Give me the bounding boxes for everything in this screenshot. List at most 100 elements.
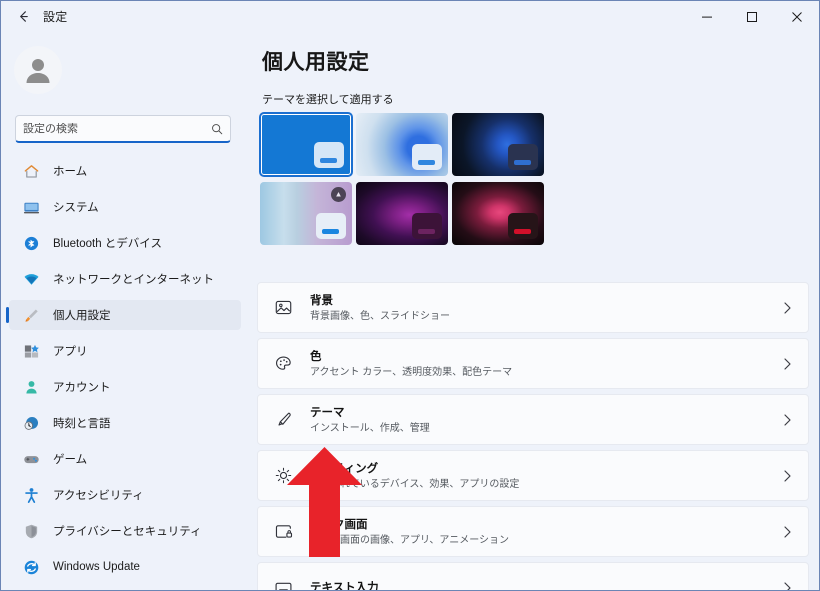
sidebar-item-system[interactable]: システム xyxy=(9,192,241,222)
minimize-button[interactable] xyxy=(684,1,729,32)
theme-preview-tile xyxy=(508,213,538,239)
lock-screen-icon xyxy=(270,519,296,545)
back-button[interactable] xyxy=(7,2,39,32)
settings-row-background[interactable]: 背景 背景画像、色、スライドショー xyxy=(257,282,809,333)
settings-row-title: ライティング xyxy=(310,463,379,475)
settings-row-text: 色 アクセント カラー、透明度効果、配色テーマ xyxy=(310,347,780,380)
sidebar-item-label: ホーム xyxy=(53,166,88,178)
settings-row-lighting[interactable]: ライティング 接続されているデバイス、効果、アプリの設定 xyxy=(257,450,809,501)
sidebar-item-label: アクセシビリティ xyxy=(53,490,144,502)
theme-section-caption: テーマを選択して適用する xyxy=(262,94,394,106)
settings-row-subtitle: ロック画面の画像、アプリ、アニメーション xyxy=(310,535,509,546)
chevron-right-icon xyxy=(780,413,794,427)
settings-window: 設定 設定の検索 ホーム システム Bluetooth とデバイス ネットワーク… xyxy=(0,0,820,591)
sidebar-item-label: ゲーム xyxy=(53,454,88,466)
close-icon xyxy=(791,11,802,22)
brush-icon xyxy=(270,407,296,433)
settings-row-title: ロック画面 xyxy=(310,519,368,531)
settings-rows: 背景 背景画像、色、スライドショー 色 アクセント カラー、透明度効果、配色テー… xyxy=(257,282,809,591)
minimize-icon xyxy=(701,16,712,18)
sidebar-item-accounts[interactable]: アカウント xyxy=(9,372,241,402)
sidebar-item-windows-update[interactable]: Windows Update xyxy=(9,552,241,582)
palette-icon xyxy=(270,351,296,377)
app-title: 設定 xyxy=(43,10,68,24)
theme-preview-tile xyxy=(412,144,442,170)
bluetooth-icon xyxy=(21,233,41,253)
theme-thumbnail[interactable] xyxy=(452,113,544,176)
theme-badge-icon xyxy=(331,187,346,202)
sidebar-item-time-language[interactable]: 時刻と言語 xyxy=(9,408,241,438)
avatar[interactable] xyxy=(14,46,62,94)
sidebar-item-bluetooth-devices[interactable]: Bluetooth とデバイス xyxy=(9,228,241,258)
sidebar-item-personalization[interactable]: 個人用設定 xyxy=(6,300,241,330)
sidebar-item-label: Windows Update xyxy=(53,561,140,573)
sidebar-item-label: アカウント xyxy=(53,382,111,394)
settings-row-lock-screen[interactable]: ロック画面 ロック画面の画像、アプリ、アニメーション xyxy=(257,506,809,557)
settings-row-text: ライティング 接続されているデバイス、効果、アプリの設定 xyxy=(310,459,780,492)
sidebar-item-label: システム xyxy=(53,202,99,214)
home-icon xyxy=(21,161,41,181)
sidebar-nav-list: ホーム システム Bluetooth とデバイス ネットワークとインターネット … xyxy=(6,156,241,588)
sidebar-item-label: Bluetooth とデバイス xyxy=(53,238,162,250)
picture-icon xyxy=(270,295,296,321)
chevron-right-icon xyxy=(780,525,794,539)
sidebar-item-label: 個人用設定 xyxy=(53,310,111,322)
sidebar: ホーム システム xyxy=(1,32,249,590)
back-arrow-icon xyxy=(19,11,28,22)
user-avatar-icon xyxy=(26,59,50,83)
sidebar-item-privacy-security[interactable]: プライバシーとセキュリティ xyxy=(9,516,241,546)
theme-thumbnail[interactable] xyxy=(259,112,353,177)
maximize-icon xyxy=(746,11,757,22)
chevron-right-icon xyxy=(780,469,794,483)
settings-row-text: テキスト入力 xyxy=(310,578,780,591)
settings-row-themes[interactable]: テーマ インストール、作成、管理 xyxy=(257,394,809,445)
theme-thumbnail[interactable] xyxy=(260,182,352,245)
account-person-icon xyxy=(21,377,41,397)
search-input[interactable] xyxy=(23,122,211,135)
theme-thumbnail[interactable] xyxy=(452,182,544,245)
chevron-right-icon xyxy=(780,581,794,590)
window-controls xyxy=(684,1,819,32)
settings-row-title: テキスト入力 xyxy=(310,582,379,591)
settings-row-title: テーマ xyxy=(310,407,345,419)
network-wifi-icon xyxy=(21,269,41,289)
settings-row-subtitle: 接続されているデバイス、効果、アプリの設定 xyxy=(310,479,520,490)
personalization-brush-icon xyxy=(21,305,41,325)
search-box[interactable] xyxy=(15,115,231,143)
sidebar-item-label: アプリ xyxy=(53,346,88,358)
settings-row-subtitle: アクセント カラー、透明度効果、配色テーマ xyxy=(310,367,513,378)
text-input-icon xyxy=(270,575,296,590)
maximize-button[interactable] xyxy=(729,1,774,32)
main-content: 個人用設定 テーマを選択して適用する 背景 背景画像、色、スライドショー 色 ア… xyxy=(249,32,819,591)
windows-update-icon xyxy=(21,557,41,577)
settings-row-subtitle: 背景画像、色、スライドショー xyxy=(310,311,450,322)
lighting-sun-icon xyxy=(270,463,296,489)
sidebar-item-gaming[interactable]: ゲーム xyxy=(9,444,241,474)
theme-thumbnail[interactable] xyxy=(356,113,448,176)
page-title: 個人用設定 xyxy=(262,51,370,74)
sidebar-item-network-internet[interactable]: ネットワークとインターネット xyxy=(9,264,241,294)
settings-row-title: 色 xyxy=(310,351,322,363)
settings-row-colors[interactable]: 色 アクセント カラー、透明度効果、配色テーマ xyxy=(257,338,809,389)
chevron-right-icon xyxy=(780,357,794,371)
settings-row-text: ロック画面 ロック画面の画像、アプリ、アニメーション xyxy=(310,515,780,548)
sidebar-item-accessibility[interactable]: アクセシビリティ xyxy=(9,480,241,510)
time-language-icon xyxy=(21,413,41,433)
settings-row-title: 背景 xyxy=(310,295,333,307)
theme-thumbnail[interactable] xyxy=(356,182,448,245)
apps-icon xyxy=(21,341,41,361)
accessibility-icon xyxy=(21,485,41,505)
close-button[interactable] xyxy=(774,1,819,32)
search-icon xyxy=(211,123,223,135)
sidebar-item-apps[interactable]: アプリ xyxy=(9,336,241,366)
title-bar: 設定 xyxy=(1,1,819,32)
sidebar-item-home[interactable]: ホーム xyxy=(9,156,241,186)
settings-row-text-input[interactable]: テキスト入力 xyxy=(257,562,809,591)
system-icon xyxy=(21,197,41,217)
sidebar-item-label: 時刻と言語 xyxy=(53,418,111,430)
settings-row-text: テーマ インストール、作成、管理 xyxy=(310,403,780,436)
sidebar-item-label: プライバシーとセキュリティ xyxy=(53,526,202,538)
gaming-controller-icon xyxy=(21,449,41,469)
theme-gallery xyxy=(259,112,555,245)
privacy-shield-icon xyxy=(21,521,41,541)
